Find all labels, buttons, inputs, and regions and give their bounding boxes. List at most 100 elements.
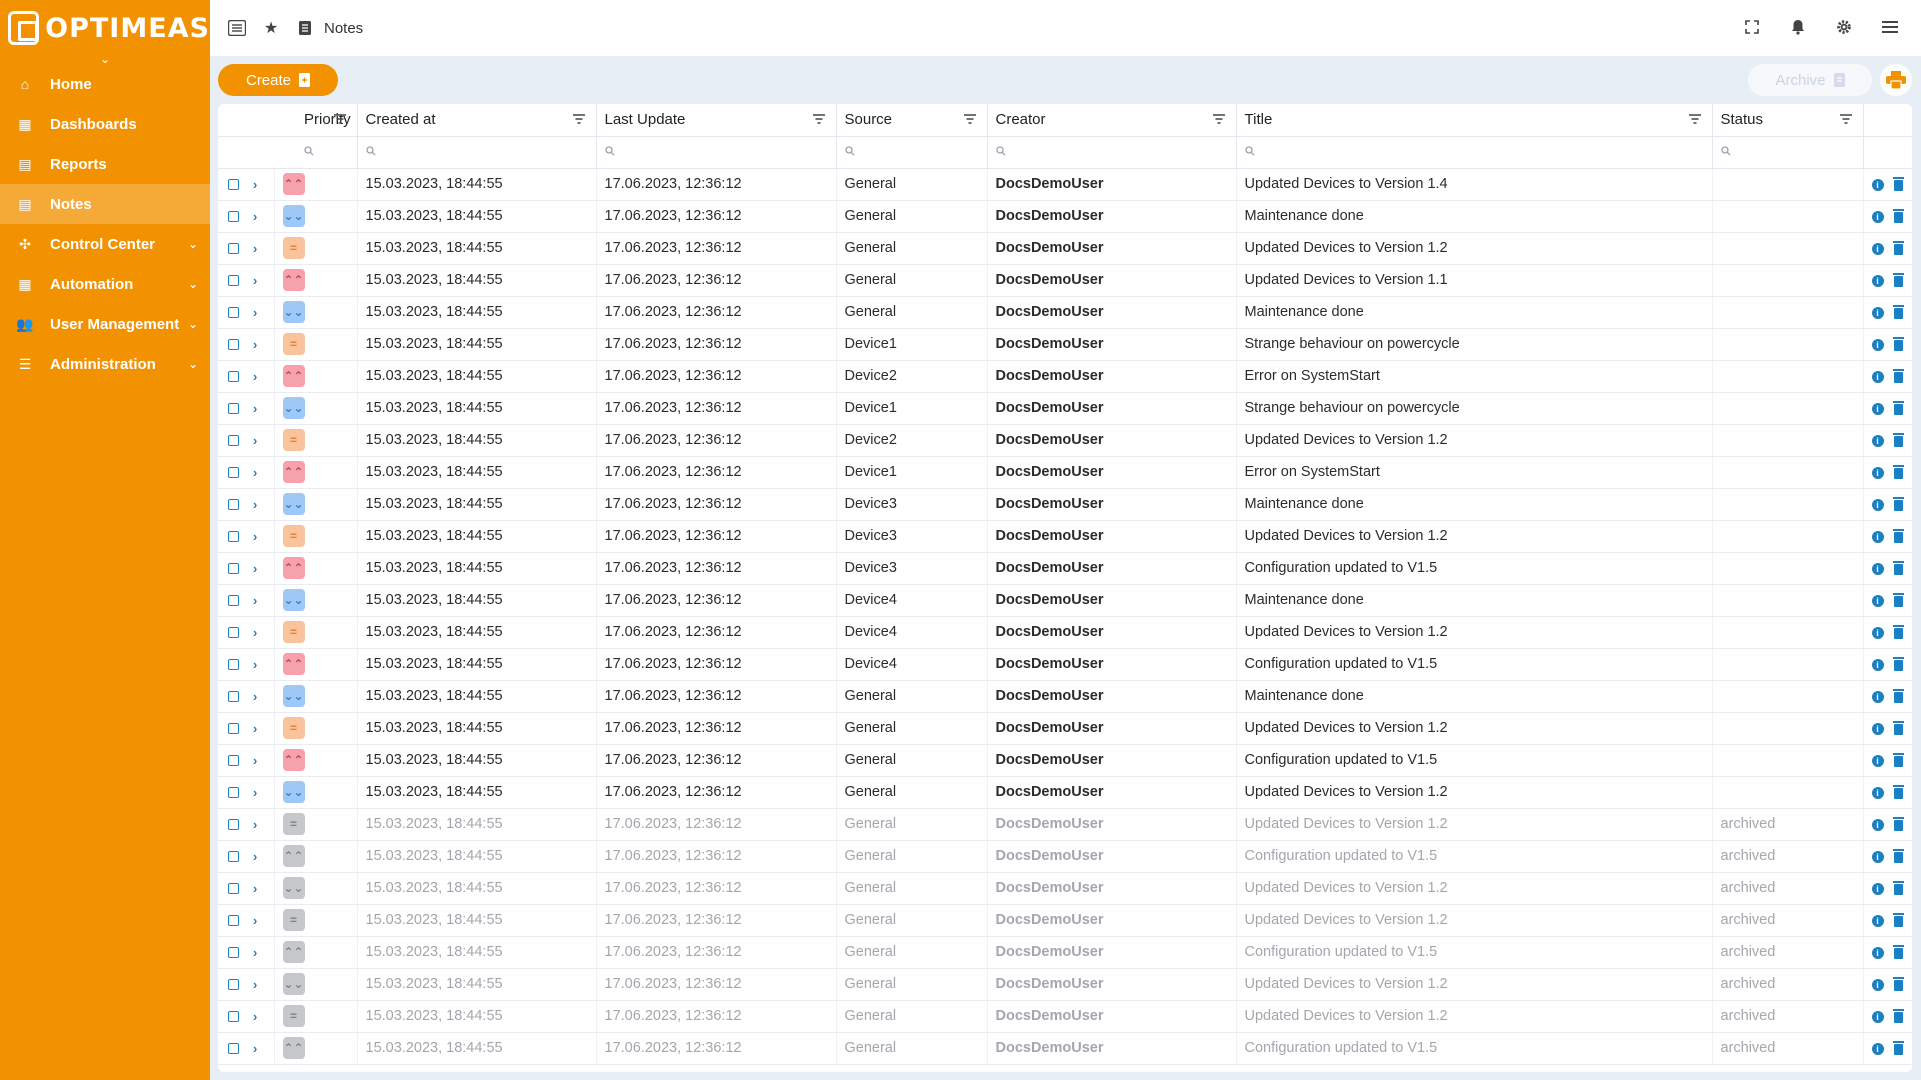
table-row[interactable]: › ⌃⌃ 15.03.2023, 18:44:55 17.06.2023, 12:36… — [218, 1032, 1912, 1065]
info-icon[interactable]: i — [1871, 595, 1884, 607]
table-row[interactable]: › ⌃⌃ 15.03.2023, 18:44:55 17.06.2023, 12:36… — [218, 744, 1912, 777]
row-checkbox[interactable] — [228, 786, 239, 798]
info-icon[interactable]: i — [1871, 979, 1884, 991]
trash-icon[interactable] — [1892, 912, 1904, 927]
header-status[interactable]: Status — [1712, 104, 1864, 137]
trash-icon[interactable] — [1892, 464, 1904, 479]
row-checkbox[interactable] — [228, 210, 239, 222]
expand-row-icon[interactable]: › — [253, 593, 257, 608]
expand-row-icon[interactable]: › — [253, 689, 257, 704]
info-icon[interactable]: i — [1871, 499, 1884, 511]
header-title[interactable]: Title — [1236, 104, 1713, 137]
search-updated-cell[interactable] — [596, 136, 837, 169]
expand-row-icon[interactable]: › — [253, 177, 257, 192]
filter-icon[interactable] — [572, 112, 586, 126]
trash-icon[interactable] — [1892, 688, 1904, 703]
expand-row-icon[interactable]: › — [253, 977, 257, 992]
row-checkbox[interactable] — [228, 818, 239, 830]
trash-icon[interactable] — [1892, 720, 1904, 735]
row-checkbox[interactable] — [228, 594, 239, 606]
trash-icon[interactable] — [1892, 272, 1904, 287]
info-icon[interactable]: i — [1871, 691, 1884, 703]
info-icon[interactable]: i — [1871, 1043, 1884, 1055]
sidebar-item-home[interactable]: ⌂ Home — [0, 64, 210, 104]
trash-icon[interactable] — [1892, 592, 1904, 607]
expand-row-icon[interactable]: › — [253, 721, 257, 736]
expand-row-icon[interactable]: › — [253, 209, 257, 224]
filter-icon[interactable] — [1688, 112, 1702, 126]
trash-icon[interactable] — [1892, 368, 1904, 383]
info-icon[interactable]: i — [1871, 915, 1884, 927]
info-icon[interactable]: i — [1871, 531, 1884, 543]
table-row[interactable]: › = 15.03.2023, 18:44:55 17.06.2023, 12:36:… — [218, 616, 1912, 649]
info-icon[interactable]: i — [1871, 179, 1884, 191]
trash-icon[interactable] — [1892, 336, 1904, 351]
trash-icon[interactable] — [1892, 784, 1904, 799]
expand-row-icon[interactable]: › — [253, 497, 257, 512]
row-checkbox[interactable] — [228, 466, 239, 478]
sidebar-item-reports[interactable]: ▤ Reports — [0, 144, 210, 184]
info-icon[interactable]: i — [1871, 819, 1884, 831]
info-icon[interactable]: i — [1871, 883, 1884, 895]
row-checkbox[interactable] — [228, 754, 239, 766]
expand-row-icon[interactable]: › — [253, 849, 257, 864]
sidebar-item-notes[interactable]: ▤ Notes — [0, 184, 210, 224]
trash-icon[interactable] — [1892, 624, 1904, 639]
filter-icon[interactable] — [1839, 112, 1853, 126]
bell-icon[interactable] — [1787, 16, 1809, 38]
table-row[interactable]: › = 15.03.2023, 18:44:55 17.06.2023, 12:36:… — [218, 808, 1912, 841]
table-row[interactable]: › ⌄⌄ 15.03.2023, 18:44:55 17.06.2023, 12:36… — [218, 392, 1912, 425]
table-row[interactable]: › ⌃⌃ 15.03.2023, 18:44:55 17.06.2023, 12:36… — [218, 936, 1912, 969]
row-checkbox[interactable] — [228, 498, 239, 510]
trash-icon[interactable] — [1892, 976, 1904, 991]
row-checkbox[interactable] — [228, 626, 239, 638]
trash-icon[interactable] — [1892, 1040, 1904, 1055]
table-row[interactable]: › = 15.03.2023, 18:44:55 17.06.2023, 12:36:… — [218, 232, 1912, 265]
sidebar-item-automation[interactable]: ▦ Automation ⌄ — [0, 264, 210, 304]
info-icon[interactable]: i — [1871, 243, 1884, 255]
row-checkbox[interactable] — [228, 978, 239, 990]
search-priority-cell[interactable] — [274, 136, 358, 169]
expand-row-icon[interactable]: › — [253, 433, 257, 448]
info-icon[interactable]: i — [1871, 787, 1884, 799]
expand-row-icon[interactable]: › — [253, 753, 257, 768]
header-source[interactable]: Source — [836, 104, 988, 137]
search-status-cell[interactable] — [1712, 136, 1864, 169]
info-icon[interactable]: i — [1871, 435, 1884, 447]
table-row[interactable]: › ⌃⌃ 15.03.2023, 18:44:55 17.06.2023, 12:36… — [218, 168, 1912, 201]
table-row[interactable]: › ⌄⌄ 15.03.2023, 18:44:55 17.06.2023, 12:36… — [218, 968, 1912, 1001]
info-icon[interactable]: i — [1871, 723, 1884, 735]
gear-icon[interactable] — [1833, 16, 1855, 38]
row-checkbox[interactable] — [228, 530, 239, 542]
row-checkbox[interactable] — [228, 338, 239, 350]
search-title-cell[interactable] — [1236, 136, 1713, 169]
table-row[interactable]: › = 15.03.2023, 18:44:55 17.06.2023, 12:36:… — [218, 904, 1912, 937]
trash-icon[interactable] — [1892, 528, 1904, 543]
print-button[interactable] — [1880, 64, 1912, 96]
sidebar-item-control-center[interactable]: ✣ Control Center ⌄ — [0, 224, 210, 264]
info-icon[interactable]: i — [1871, 1011, 1884, 1023]
info-icon[interactable]: i — [1871, 659, 1884, 671]
row-checkbox[interactable] — [228, 1042, 239, 1054]
table-row[interactable]: › ⌃⌃ 15.03.2023, 18:44:55 17.06.2023, 12:36… — [218, 648, 1912, 681]
row-checkbox[interactable] — [228, 946, 239, 958]
trash-icon[interactable] — [1892, 816, 1904, 831]
trash-icon[interactable] — [1892, 1008, 1904, 1023]
table-row[interactable]: › ⌄⌄ 15.03.2023, 18:44:55 17.06.2023, 12:36… — [218, 680, 1912, 713]
row-checkbox[interactable] — [228, 242, 239, 254]
info-icon[interactable]: i — [1871, 627, 1884, 639]
table-row[interactable]: › ⌃⌃ 15.03.2023, 18:44:55 17.06.2023, 12:36… — [218, 456, 1912, 489]
trash-icon[interactable] — [1892, 880, 1904, 895]
info-icon[interactable]: i — [1871, 307, 1884, 319]
trash-icon[interactable] — [1892, 496, 1904, 511]
table-row[interactable]: › ⌃⌃ 15.03.2023, 18:44:55 17.06.2023, 12:36… — [218, 264, 1912, 297]
trash-icon[interactable] — [1892, 400, 1904, 415]
header-created-at[interactable]: Created at — [357, 104, 597, 137]
row-checkbox[interactable] — [228, 306, 239, 318]
expand-row-icon[interactable]: › — [253, 273, 257, 288]
star-icon[interactable]: ★ — [260, 17, 282, 39]
expand-row-icon[interactable]: › — [253, 657, 257, 672]
table-row[interactable]: › ⌃⌃ 15.03.2023, 18:44:55 17.06.2023, 12:36… — [218, 360, 1912, 393]
expand-row-icon[interactable]: › — [253, 305, 257, 320]
row-checkbox[interactable] — [228, 722, 239, 734]
